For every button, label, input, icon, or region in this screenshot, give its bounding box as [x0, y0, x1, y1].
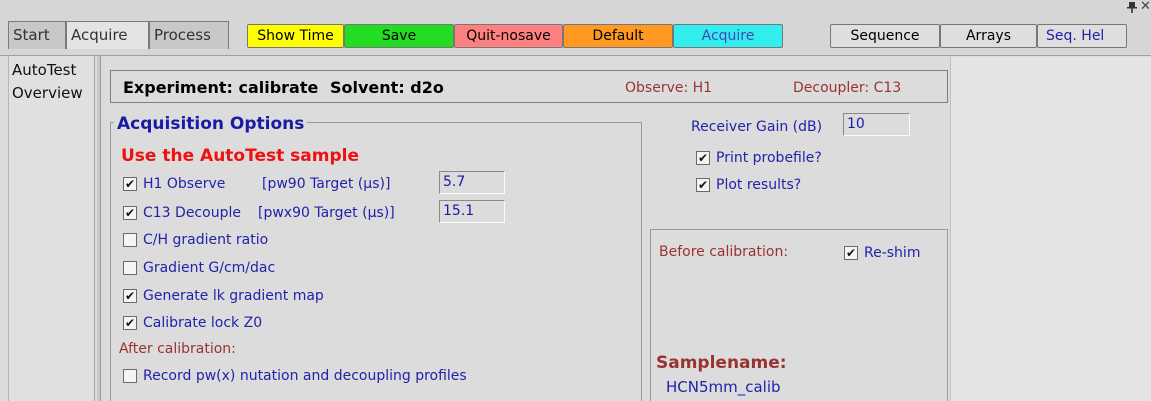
- pwx90-target-field[interactable]: 15.1: [439, 200, 505, 223]
- gradient-gcm-checkbox[interactable]: [123, 261, 137, 275]
- plot-results-checkbox[interactable]: ✔: [696, 178, 710, 192]
- seq-help-button[interactable]: Seq. Hel: [1037, 24, 1127, 48]
- record-pw-profiles-checkbox[interactable]: [123, 369, 137, 383]
- sidebar: AutoTest Overview: [8, 56, 95, 401]
- solvent-label: Solvent: d2o: [330, 78, 444, 97]
- arrays-button[interactable]: Arrays: [940, 24, 1037, 48]
- h1-observe-label: H1 Observe: [143, 176, 226, 192]
- observe-label: Observe: H1: [625, 80, 713, 96]
- pw90-target-field[interactable]: 5.7: [439, 171, 505, 194]
- experiment-header: Experiment: calibrate Solvent: d2o Obser…: [110, 70, 948, 103]
- after-calibration-label: After calibration:: [119, 341, 236, 357]
- print-probefile-label: Print probefile?: [716, 150, 822, 166]
- print-probefile-checkbox[interactable]: ✔: [696, 151, 710, 165]
- record-pw-profiles-label: Record pw(x) nutation and decoupling pro…: [143, 368, 467, 384]
- h1-observe-checkbox[interactable]: ✔: [123, 177, 137, 191]
- quit-nosave-button[interactable]: Quit-nosave: [454, 24, 563, 48]
- close-icon[interactable]: ✕: [1140, 0, 1151, 14]
- sidebar-item-autotest[interactable]: AutoTest: [12, 59, 96, 81]
- autotest-sample-heading: Use the AutoTest sample: [121, 146, 359, 166]
- receiver-gain-field[interactable]: 10: [843, 113, 910, 136]
- lk-gradient-map-label: Generate lk gradient map: [143, 288, 324, 304]
- tab-start[interactable]: Start: [8, 21, 66, 49]
- reshim-checkbox[interactable]: ✔: [844, 246, 858, 260]
- gradient-gcm-label: Gradient G/cm/dac: [143, 260, 276, 276]
- save-button[interactable]: Save: [344, 24, 454, 48]
- samplename-value[interactable]: HCN5mm_calib: [666, 377, 781, 397]
- before-calibration-label: Before calibration:: [659, 244, 789, 260]
- tab-acquire[interactable]: Acquire: [66, 21, 149, 49]
- pw90-target-label: [pw90 Target (µs)]: [262, 176, 391, 192]
- calibrate-lock-z0-label: Calibrate lock Z0: [143, 315, 263, 331]
- sequence-button[interactable]: Sequence: [830, 24, 940, 48]
- plot-results-label: Plot results?: [716, 177, 802, 193]
- c13-decouple-checkbox[interactable]: ✔: [123, 206, 137, 220]
- default-button[interactable]: Default: [563, 24, 673, 48]
- lk-gradient-map-checkbox[interactable]: ✔: [123, 289, 137, 303]
- calibrate-lock-z0-checkbox[interactable]: ✔: [123, 316, 137, 330]
- decoupler-label: Decoupler: C13: [793, 80, 902, 96]
- right-empty-area: [950, 57, 1151, 401]
- experiment-title: Experiment: calibrate: [123, 78, 319, 97]
- pin-icon[interactable]: [1126, 1, 1138, 13]
- acquisition-options-title: Acquisition Options: [114, 113, 308, 135]
- reshim-label: Re-shim: [864, 245, 921, 261]
- samplename-label: Samplename:: [656, 353, 787, 373]
- receiver-gain-label: Receiver Gain (dB): [691, 119, 823, 135]
- ch-gradient-ratio-checkbox[interactable]: [123, 233, 137, 247]
- tab-process[interactable]: Process: [149, 21, 229, 49]
- acquire-button[interactable]: Acquire: [673, 24, 783, 48]
- sidebar-item-overview[interactable]: Overview: [12, 82, 96, 104]
- pwx90-target-label: [pwx90 Target (µs)]: [258, 205, 395, 221]
- c13-decouple-label: C13 Decouple: [143, 205, 241, 221]
- ch-gradient-ratio-label: C/H gradient ratio: [143, 232, 269, 248]
- show-time-button[interactable]: Show Time: [247, 24, 344, 48]
